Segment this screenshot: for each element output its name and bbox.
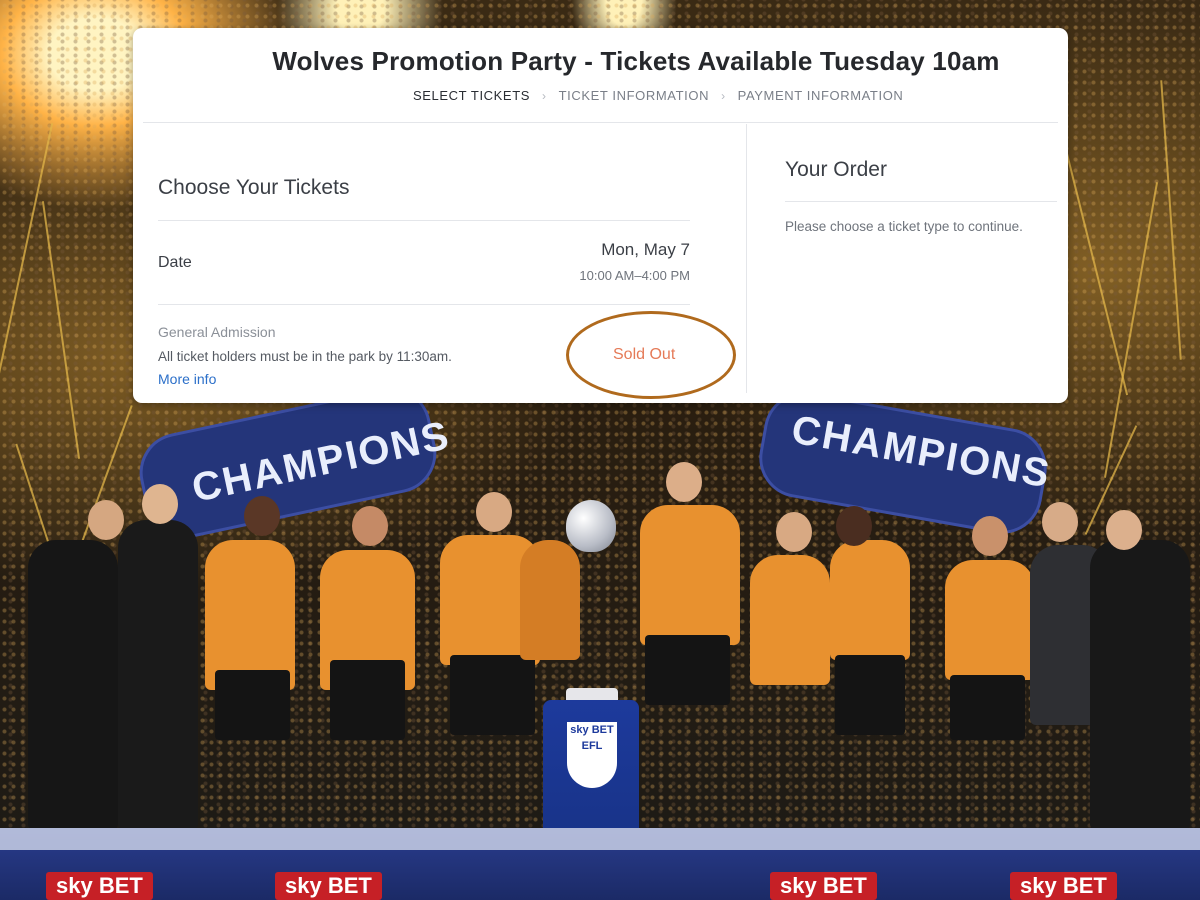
player-head: [476, 492, 512, 532]
player: [205, 540, 295, 690]
checkout-steps: SELECT TICKETS › TICKET INFORMATION › PA…: [413, 88, 903, 103]
divider: [158, 220, 690, 221]
player: [830, 540, 910, 660]
efl-badge: sky BET EFL: [567, 722, 617, 788]
divider: [158, 304, 690, 305]
player-head: [1106, 510, 1142, 550]
player: [640, 505, 740, 645]
player-head: [244, 496, 280, 536]
player-head: [972, 516, 1008, 556]
ticket-card: Wolves Promotion Party - Tickets Availab…: [133, 28, 1068, 403]
sponsor-board: sky BET: [770, 872, 877, 900]
choose-tickets-heading: Choose Your Tickets: [158, 176, 350, 199]
ticket-type-description: All ticket holders must be in the park b…: [158, 349, 452, 364]
header-divider: [143, 122, 1058, 123]
player-head: [352, 506, 388, 546]
player-shorts: [215, 670, 290, 740]
player-head: [836, 506, 872, 546]
more-info-link[interactable]: More info: [158, 371, 216, 387]
staff-member: [28, 540, 118, 830]
sponsor-board: sky BET: [46, 872, 153, 900]
player: [520, 540, 580, 660]
sponsor-board: sky BET: [1010, 872, 1117, 900]
player: [945, 560, 1035, 680]
player-shorts: [835, 655, 905, 735]
player-shorts: [950, 675, 1025, 740]
podium-edge: [0, 828, 1200, 850]
staff-member: [1090, 540, 1190, 830]
time-value: 10:00 AM–4:00 PM: [579, 268, 690, 283]
column-divider: [746, 124, 747, 393]
player-shorts: [330, 660, 405, 740]
sponsor-board: sky BET: [275, 872, 382, 900]
your-order-heading: Your Order: [785, 158, 887, 181]
player-shorts: [645, 635, 730, 705]
date-value: Mon, May 7: [601, 240, 690, 259]
step-select-tickets[interactable]: SELECT TICKETS: [413, 88, 530, 103]
divider: [785, 201, 1057, 202]
order-empty-message: Please choose a ticket type to continue.: [785, 219, 1023, 234]
ticket-type-name: General Admission: [158, 324, 276, 340]
staff-member: [118, 520, 198, 830]
player: [750, 555, 830, 685]
player-head: [776, 512, 812, 552]
player-head: [88, 500, 124, 540]
chevron-right-icon: ›: [542, 88, 547, 103]
player-head: [1042, 502, 1078, 542]
step-payment-information[interactable]: PAYMENT INFORMATION: [738, 88, 904, 103]
step-ticket-information[interactable]: TICKET INFORMATION: [559, 88, 709, 103]
event-title-row: Wolves Promotion Party - Tickets Availab…: [133, 46, 1068, 77]
event-title: Wolves Promotion Party - Tickets Availab…: [272, 46, 1000, 76]
player-head: [142, 484, 178, 524]
chevron-right-icon: ›: [721, 88, 726, 103]
player-head: [666, 462, 702, 502]
player-shorts: [450, 655, 535, 735]
date-label: Date: [158, 254, 192, 271]
trophy-cup: [566, 500, 616, 552]
highlight-circle: [566, 311, 736, 399]
